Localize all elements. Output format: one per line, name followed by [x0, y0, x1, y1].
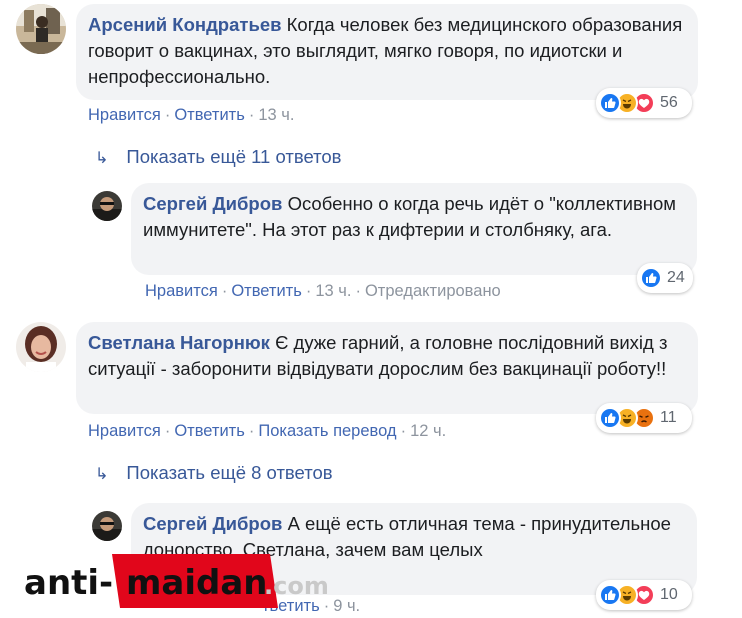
translate-link[interactable]: Показать перевод: [258, 422, 396, 440]
show-more-label: Показать ещё 8 ответов: [126, 462, 333, 483]
comment-bubble: Арсений Кондратьев Когда человек без мед…: [76, 4, 698, 100]
reply-link[interactable]: Ответить: [174, 422, 245, 440]
comment-bubble: Сергей Дибров Особенно о когда речь идёт…: [131, 183, 697, 275]
show-more-replies-link[interactable]: ↳ Показать ещё 8 ответов: [95, 462, 333, 484]
reaction-count: 56: [660, 94, 678, 111]
show-more-replies-link[interactable]: ↳ Показать ещё 11 ответов: [95, 146, 342, 168]
comment-actions: Нравится · Ответить · 13 ч. · Отредактировано: [145, 282, 501, 300]
edited-label[interactable]: Отредактировано: [365, 282, 501, 300]
timestamp[interactable]: 13 ч.: [315, 282, 351, 300]
comment-actions: Нравится · Ответить · Показать перевод · 12 ч.: [88, 422, 447, 440]
watermark-logo: anti- maidan .com: [20, 550, 340, 612]
like-icon: [640, 267, 662, 289]
like-icon: [599, 407, 621, 429]
avatar[interactable]: [16, 4, 66, 54]
svg-text:maidan: maidan: [126, 563, 268, 603]
like-icon: [599, 584, 621, 606]
like-link[interactable]: Нравится: [145, 282, 218, 300]
timestamp[interactable]: 12 ч.: [410, 422, 446, 440]
timestamp[interactable]: 13 ч.: [258, 106, 294, 124]
svg-text:anti-: anti-: [24, 563, 113, 603]
svg-text:.com: .com: [264, 572, 329, 600]
avatar[interactable]: [16, 322, 66, 372]
avatar[interactable]: [92, 191, 122, 221]
reaction-count: 24: [667, 269, 685, 286]
like-link[interactable]: Нравится: [88, 422, 161, 440]
reaction-summary[interactable]: 11: [596, 403, 692, 433]
reaction-count: 11: [660, 409, 677, 426]
reply-link[interactable]: Ответить: [174, 106, 245, 124]
show-more-label: Показать ещё 11 ответов: [126, 146, 342, 167]
avatar[interactable]: [92, 511, 122, 541]
comment-author[interactable]: Сергей Дибров: [143, 513, 282, 534]
comment-bubble: Светлана Нагорнюк Є дуже гарний, а голов…: [76, 322, 698, 414]
like-icon: [599, 92, 621, 114]
comment-author[interactable]: Арсений Кондратьев: [88, 14, 282, 35]
reaction-summary[interactable]: 24: [637, 263, 693, 293]
reaction-count: 10: [660, 586, 678, 603]
reply-arrow-icon: ↳: [95, 466, 109, 483]
reply-link[interactable]: Ответить: [231, 282, 302, 300]
like-link[interactable]: Нравится: [88, 106, 161, 124]
comment-author[interactable]: Сергей Дибров: [143, 193, 282, 214]
comment-author[interactable]: Светлана Нагорнюк: [88, 332, 270, 353]
comment-actions: Нравится · Ответить · 13 ч.: [88, 106, 295, 124]
reply-arrow-icon: ↳: [95, 150, 109, 167]
reaction-summary[interactable]: 10: [596, 580, 692, 610]
reaction-summary[interactable]: 56: [596, 88, 692, 118]
